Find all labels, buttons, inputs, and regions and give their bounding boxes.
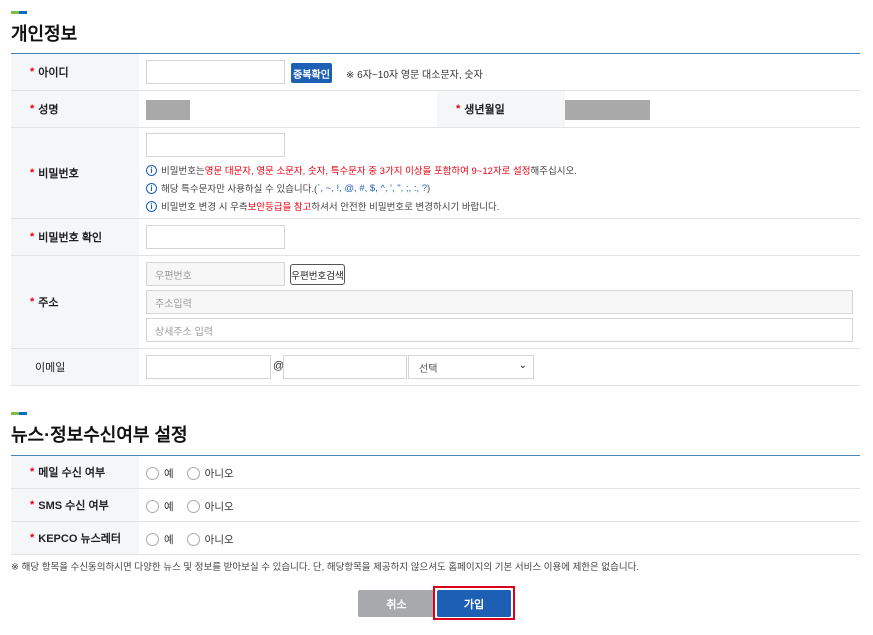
sms-no-option[interactable]: 아니오 — [186, 499, 234, 514]
birth-label: * 생년월일 — [437, 91, 565, 127]
zip-search-button[interactable]: 우편번호검색 — [290, 264, 345, 285]
row-sms-subscription: * SMS 수신 여부 예 아니오 — [11, 489, 860, 522]
section-marker — [11, 11, 27, 14]
email-id-input[interactable] — [146, 355, 271, 379]
row-password: * 비밀번호 i 비밀번호는 영문 대문자, 영문 소문자, 숫자, 특수문자 중… — [11, 128, 860, 219]
email-label: 이메일 — [11, 349, 139, 385]
zip-code-input[interactable]: 우편번호 — [146, 262, 285, 286]
info-icon: i — [146, 182, 157, 194]
name-label: * 성명 — [11, 91, 139, 127]
row-address: * 주소 우편번호 우편번호검색 주소입력 상세주소 입력 — [11, 256, 860, 349]
mail-subscription-label: * 메일 수신 여부 — [11, 456, 139, 488]
password-confirm-input[interactable] — [146, 225, 285, 249]
chevron-down-icon: ⌄ — [518, 360, 527, 371]
row-name-birth: * 성명 * 생년월일 — [11, 91, 860, 128]
newsletter-subscription-options: 예 아니오 — [146, 532, 247, 547]
row-email: 이메일 @ 선택 ⌄ — [11, 349, 860, 386]
email-domain-input[interactable] — [283, 355, 407, 379]
personal-info-title: 개인정보 — [11, 24, 78, 44]
info-icon: i — [146, 200, 157, 212]
news-settings-title: 뉴스·정보수신여부 설정 — [11, 425, 188, 445]
mail-no-option[interactable]: 아니오 — [186, 466, 234, 481]
radio-button[interactable] — [146, 533, 159, 546]
row-password-confirm: * 비밀번호 확인 — [11, 219, 860, 256]
newsletter-yes-option[interactable]: 예 — [146, 532, 174, 547]
radio-button[interactable] — [186, 533, 200, 546]
radio-button[interactable] — [186, 500, 200, 513]
radio-button[interactable] — [146, 500, 159, 513]
address-detail-input[interactable]: 상세주소 입력 — [146, 318, 853, 342]
email-domain-select[interactable]: 선택 ⌄ — [408, 355, 534, 379]
sms-subscription-options: 예 아니오 — [146, 499, 247, 514]
password-input[interactable] — [146, 133, 285, 157]
subscription-footer-note: ※ 해당 항목을 수신동의하시면 다양한 뉴스 및 정보를 받아보실 수 있습니… — [11, 562, 640, 573]
duplicate-check-button[interactable]: 중복확인 — [291, 63, 332, 83]
sms-subscription-label: * SMS 수신 여부 — [11, 489, 139, 521]
row-id: * 아이디 중복확인 ※ 6자~10자 영문 대소문자, 숫자 — [11, 54, 860, 91]
address-label: * 주소 — [11, 256, 139, 348]
id-input[interactable] — [146, 60, 285, 84]
section-marker — [11, 412, 27, 415]
mail-yes-option[interactable]: 예 — [146, 466, 174, 481]
id-label: * 아이디 — [11, 54, 139, 90]
news-settings-table: * 메일 수신 여부 예 아니오 * SMS 수신 여부 예 아니오 * KEPCO … — [11, 455, 860, 555]
info-icon: i — [146, 164, 157, 176]
radio-button[interactable] — [146, 467, 159, 480]
cancel-button[interactable]: 취소 — [358, 590, 435, 617]
password-note-1: i 비밀번호는 영문 대문자, 영문 소문자, 숫자, 특수문자 중 3가지 이… — [146, 163, 577, 177]
mail-subscription-options: 예 아니오 — [146, 466, 247, 481]
row-newsletter-subscription: * KEPCO 뉴스레터 예 아니오 — [11, 522, 860, 555]
birth-value-masked — [565, 100, 650, 120]
newsletter-subscription-label: * KEPCO 뉴스레터 — [11, 522, 139, 554]
sms-yes-option[interactable]: 예 — [146, 499, 174, 514]
join-button[interactable]: 가입 — [437, 590, 511, 617]
radio-button[interactable] — [186, 467, 200, 480]
id-hint: ※ 6자~10자 영문 대소문자, 숫자 — [346, 70, 483, 81]
personal-info-table: * 아이디 중복확인 ※ 6자~10자 영문 대소문자, 숫자 * 성명 * 생년월일… — [11, 53, 860, 386]
password-confirm-label: * 비밀번호 확인 — [11, 219, 139, 255]
password-note-3: i 비밀번호 변경 시 우측 보안등급을 참고 하셔서 안전한 비밀번호로 변경하… — [146, 199, 499, 213]
newsletter-no-option[interactable]: 아니오 — [186, 532, 234, 547]
required-mark: * — [30, 66, 35, 78]
row-mail-subscription: * 메일 수신 여부 예 아니오 — [11, 456, 860, 489]
address-input[interactable]: 주소입력 — [146, 290, 853, 314]
password-label: * 비밀번호 — [11, 128, 139, 218]
name-value-masked — [146, 100, 190, 120]
password-note-2: i 해당 특수문자만 사용하실 수 있습니다.( `, ~, !, @, #, … — [146, 181, 430, 195]
